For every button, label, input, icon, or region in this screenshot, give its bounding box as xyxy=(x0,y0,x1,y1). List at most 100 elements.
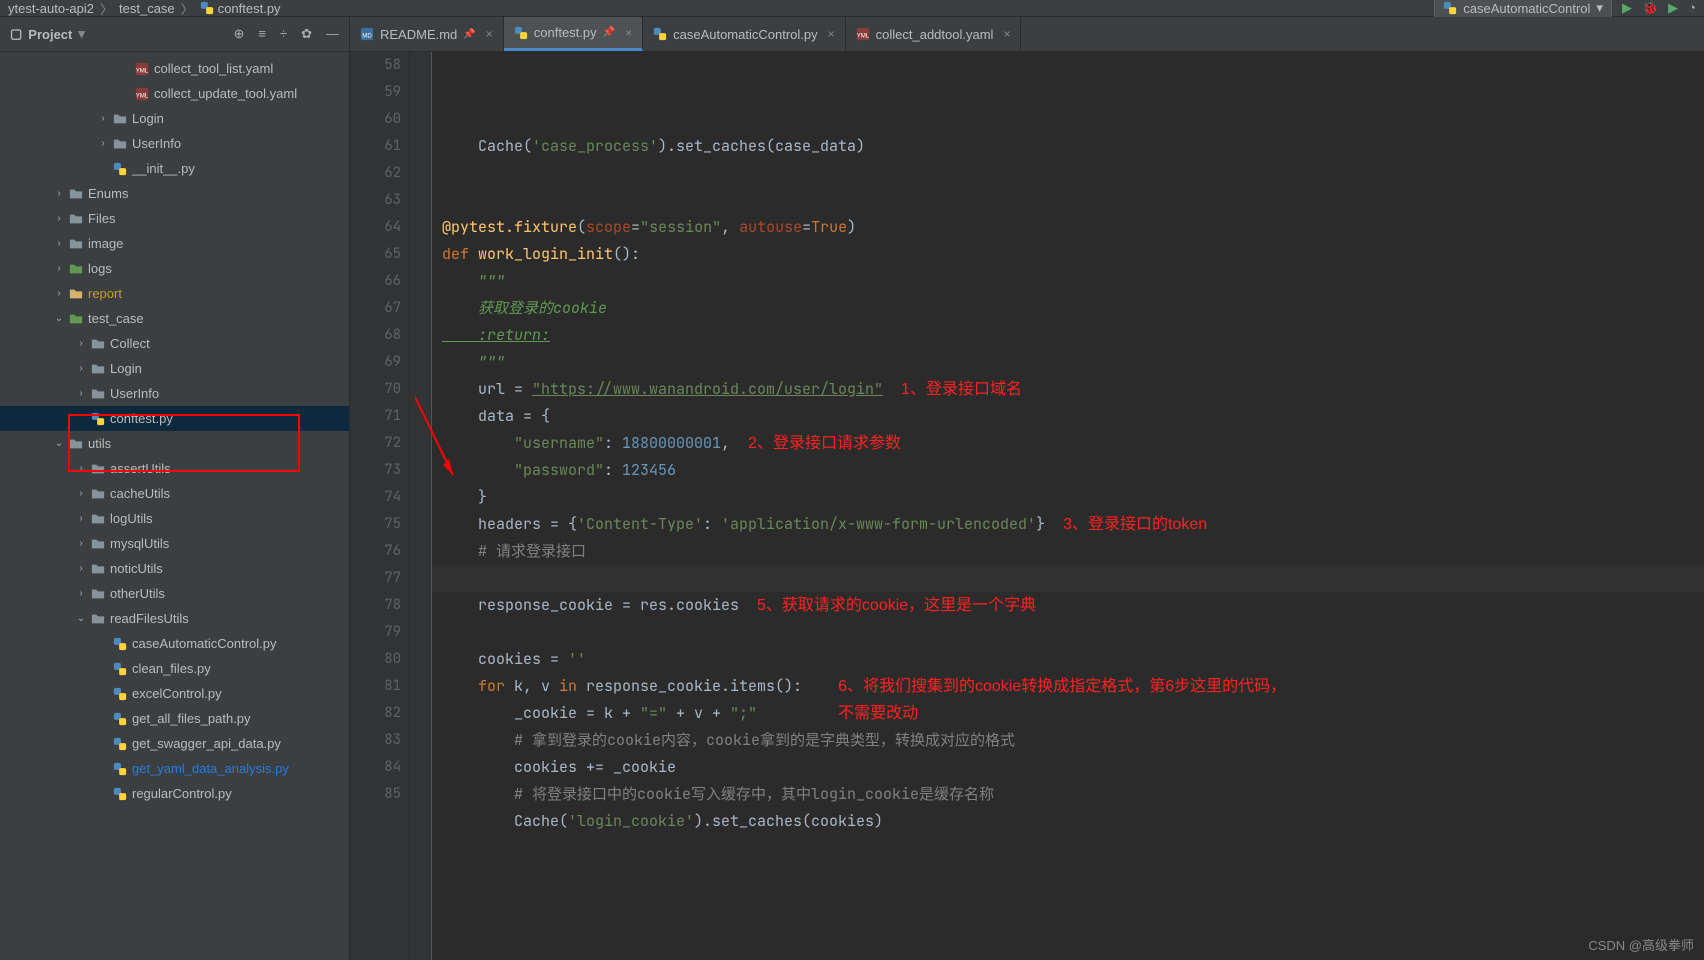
tree-item[interactable]: › UserInfo xyxy=(0,381,349,406)
breadcrumb-item[interactable]: ytest-auto-api2 xyxy=(8,1,94,16)
tree-item[interactable]: ⌄ readFilesUtils xyxy=(0,606,349,631)
debug-icon[interactable]: 🐞 xyxy=(1642,0,1658,16)
chevron-icon[interactable]: › xyxy=(52,213,66,224)
settings-icon[interactable]: ✿ xyxy=(301,26,312,42)
python-icon xyxy=(113,762,127,776)
tree-item[interactable]: YMLcollect_update_tool.yaml xyxy=(0,81,349,106)
code-editor[interactable]: Cache('case_process').set_caches(case_da… xyxy=(432,52,1704,960)
tree-item[interactable]: ›otherUtils xyxy=(0,581,349,606)
line-number: 60 xyxy=(350,106,401,133)
tree-item-label: readFilesUtils xyxy=(110,611,189,626)
tree-item[interactable]: ›noticUtils xyxy=(0,556,349,581)
chevron-icon[interactable]: › xyxy=(74,538,88,549)
expand-all-icon[interactable]: ≡ xyxy=(258,26,266,42)
line-number: 81 xyxy=(350,673,401,700)
tree-item[interactable]: get_all_files_path.py xyxy=(0,706,349,731)
tree-item[interactable]: ›image xyxy=(0,231,349,256)
chevron-icon[interactable]: › xyxy=(74,513,88,524)
chevron-icon[interactable]: › xyxy=(96,138,110,149)
folder-icon xyxy=(90,612,106,626)
chevron-icon[interactable]: › xyxy=(74,588,88,599)
profile-icon[interactable]: ◔ xyxy=(1688,0,1696,16)
tree-item[interactable]: __init__.py xyxy=(0,156,349,181)
tree-item[interactable]: clean_files.py xyxy=(0,656,349,681)
chevron-icon[interactable]: › xyxy=(74,363,88,374)
pin-icon[interactable]: 📌 xyxy=(463,29,475,40)
tree-item[interactable]: caseAutomaticControl.py xyxy=(0,631,349,656)
tree-item[interactable]: excelControl.py xyxy=(0,681,349,706)
close-icon[interactable]: × xyxy=(1003,27,1010,41)
tree-item[interactable]: get_yaml_data_analysis.py xyxy=(0,756,349,781)
tree-item[interactable]: conftest.py xyxy=(0,406,349,431)
collapse-all-icon[interactable]: ÷ xyxy=(280,26,287,42)
chevron-icon[interactable]: › xyxy=(74,463,88,474)
tree-item[interactable]: regularControl.py xyxy=(0,781,349,806)
code-line: # 拿到登录的cookie内容，cookie拿到的是字典类型，转换成对应的格式 xyxy=(442,727,1704,754)
chevron-icon[interactable]: › xyxy=(96,113,110,124)
chevron-icon[interactable]: › xyxy=(52,288,66,299)
breadcrumb-item[interactable]: conftest.py xyxy=(200,1,281,16)
chevron-icon[interactable]: ⌄ xyxy=(74,613,88,624)
chevron-icon[interactable]: ⌄ xyxy=(52,313,66,324)
run-config-label: caseAutomaticControl xyxy=(1463,1,1590,16)
tree-item-label: get_yaml_data_analysis.py xyxy=(132,761,289,776)
hide-icon[interactable]: — xyxy=(326,26,339,42)
tree-item[interactable]: ›mysqlUtils xyxy=(0,531,349,556)
folder-icon xyxy=(68,437,84,451)
tree-item-label: Files xyxy=(88,211,115,226)
tree-item[interactable]: ⌄utils xyxy=(0,431,349,456)
editor-tab[interactable]: YMLcollect_addtool.yaml× xyxy=(846,17,1022,51)
editor-tab[interactable]: MDREADME.md📌× xyxy=(350,17,504,51)
chevron-icon[interactable]: › xyxy=(74,388,88,399)
tree-item-label: get_all_files_path.py xyxy=(132,711,251,726)
tree-item[interactable]: ›cacheUtils xyxy=(0,481,349,506)
folder-icon xyxy=(68,212,84,226)
tree-item[interactable]: › Login xyxy=(0,356,349,381)
chevron-icon[interactable]: › xyxy=(52,188,66,199)
folder-icon xyxy=(68,287,84,301)
tree-item[interactable]: ›assertUtils xyxy=(0,456,349,481)
tree-item[interactable]: ⌄test_case xyxy=(0,306,349,331)
tree-item-label: collect_tool_list.yaml xyxy=(154,61,273,76)
run-coverage-icon[interactable]: ▶ xyxy=(1668,0,1678,16)
folder-icon xyxy=(68,262,84,276)
close-icon[interactable]: × xyxy=(625,26,632,40)
breadcrumb-sep: 〉 xyxy=(181,0,194,18)
code-line: # 将登录接口中的cookie写入缓存中，其中login_cookie是缓存名称 xyxy=(442,781,1704,808)
chevron-icon[interactable]: › xyxy=(74,563,88,574)
tree-item[interactable]: › UserInfo xyxy=(0,131,349,156)
chevron-icon[interactable]: › xyxy=(52,263,66,274)
run-icon[interactable]: ▶ xyxy=(1622,0,1632,16)
tree-item[interactable]: ›logUtils xyxy=(0,506,349,531)
tree-item-label: UserInfo xyxy=(132,136,181,151)
gutter-line-numbers: 5859606162636465666768697071727374757677… xyxy=(350,52,410,960)
tree-item-label: Login xyxy=(110,361,142,376)
breadcrumb-item[interactable]: test_case xyxy=(119,1,175,16)
tree-item[interactable]: › Files xyxy=(0,206,349,231)
close-icon[interactable]: × xyxy=(828,27,835,41)
tree-item[interactable]: ›Login xyxy=(0,106,349,131)
tree-item[interactable]: YMLcollect_tool_list.yaml xyxy=(0,56,349,81)
project-tree[interactable]: YMLcollect_tool_list.yamlYMLcollect_upda… xyxy=(0,52,349,960)
code-line: Cache('login_cookie').set_caches(cookies… xyxy=(442,808,1704,835)
close-icon[interactable]: × xyxy=(486,27,493,41)
tree-item[interactable]: ›Collect xyxy=(0,331,349,356)
tree-item-label: UserInfo xyxy=(110,386,159,401)
tree-item[interactable]: ›logs xyxy=(0,256,349,281)
project-panel-title[interactable]: ▢ Project ▾ xyxy=(10,26,85,42)
chevron-icon[interactable]: › xyxy=(52,238,66,249)
python-icon xyxy=(113,687,127,701)
editor-tab[interactable]: conftest.py📌× xyxy=(504,17,643,51)
chevron-icon[interactable]: › xyxy=(74,338,88,349)
tree-item[interactable]: ›Enums xyxy=(0,181,349,206)
tree-item[interactable]: get_swagger_api_data.py xyxy=(0,731,349,756)
tree-item[interactable]: ›report xyxy=(0,281,349,306)
pin-icon[interactable]: 📌 xyxy=(603,27,615,38)
code-line xyxy=(442,835,1704,862)
select-opened-file-icon[interactable]: ⊕ xyxy=(233,26,244,42)
editor-tab[interactable]: caseAutomaticControl.py× xyxy=(643,17,846,51)
code-line xyxy=(442,160,1704,187)
chevron-icon[interactable]: ⌄ xyxy=(52,438,66,449)
chevron-icon[interactable]: › xyxy=(74,488,88,499)
yaml-icon: YML xyxy=(135,87,149,101)
